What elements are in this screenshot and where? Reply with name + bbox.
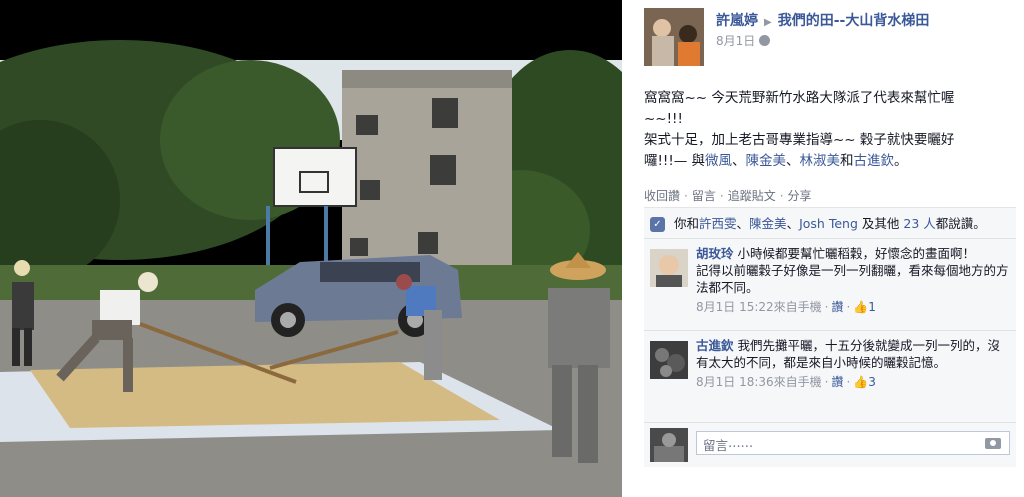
comment-like-link[interactable]: 讚 xyxy=(832,300,844,314)
post-text-line: 囉!!!— 與微風、陳金美、林淑美和古進欽。 xyxy=(644,151,1024,172)
commenter-avatar[interactable] xyxy=(650,249,688,287)
comment-input[interactable]: 留言⋯⋯ xyxy=(696,431,1010,455)
likes-prefix: 你和 xyxy=(674,216,700,231)
comment: 古進欽 我們先攤平曬，十五分後就變成一列一列的，沒有太大的不同，都是來自小時候的… xyxy=(644,331,1016,423)
photo-scene xyxy=(0,0,622,497)
likes-summary: ✓ 你和許西雯、陳金美、Josh Teng 及其他 23 人都說讚。 xyxy=(644,208,1016,239)
follow-link[interactable]: 追蹤貼文 xyxy=(728,189,776,203)
author-avatar[interactable] xyxy=(644,8,704,66)
post-date-row: 8月1日 xyxy=(716,32,771,49)
comment-text: 小時候都要幫忙曬稻穀，好懷念的畫面啊！ xyxy=(737,246,976,261)
separator: 、 xyxy=(736,216,750,231)
separator: · xyxy=(719,189,724,203)
tagged-person[interactable]: 微風 xyxy=(705,153,732,169)
comment-link[interactable]: 留言 xyxy=(692,189,716,203)
post-text-prefix: 囉!!!— 與 xyxy=(644,153,706,169)
post-text-line: ~~!!! xyxy=(644,111,683,127)
reply-row: 留言⋯⋯ xyxy=(644,423,1016,467)
period: 。 xyxy=(894,153,908,169)
globe-icon xyxy=(759,35,771,46)
comment-input-placeholder: 留言⋯⋯ xyxy=(703,438,754,453)
comment-text-2: 記得以前曬穀子好像是一列一列翻曬，看來每個地方的方法都不同。 xyxy=(696,263,1009,295)
post-text-line: 架式十足，加上老古哥專業指導~~ 穀子就快要曬好 xyxy=(644,132,955,148)
comment-time[interactable]: 8月1日 18:36來自手機 xyxy=(696,375,822,389)
arrow-right-icon: ▶ xyxy=(764,17,772,28)
conjunction: 和 xyxy=(840,153,854,169)
comment-body: 胡玫玲 小時候都要幫忙曬稻穀，好懷念的畫面啊！ xyxy=(696,245,1010,262)
separator: 、 xyxy=(732,153,746,169)
post-body: 窩窩窩~~ 今天荒野新竹水路大隊派了代表來幫忙喔 ~~!!! 架式十足，加上老古… xyxy=(644,88,1024,172)
thumbs-up-icon: ✓ xyxy=(650,217,665,232)
tagged-person[interactable]: 陳金美 xyxy=(746,153,787,169)
post-actions: 收回讚 · 留言 · 追蹤貼文 · 分享 xyxy=(644,187,812,204)
share-link[interactable]: 分享 xyxy=(788,189,812,203)
comment-like-count[interactable]: 1 xyxy=(868,300,876,314)
commenter-avatar[interactable] xyxy=(650,341,688,379)
other-likers-link[interactable]: 23 人 xyxy=(903,216,935,231)
commenter-name[interactable]: 胡玫玲 xyxy=(696,246,734,261)
likes-suffix: 都說讚。 xyxy=(935,216,986,231)
separator: · xyxy=(684,189,688,203)
group-name[interactable]: 我們的田--大山背水梯田 xyxy=(778,13,930,29)
liker-link[interactable]: Josh Teng xyxy=(799,216,858,231)
comment-body: 古進欽 我們先攤平曬，十五分後就變成一列一列的，沒有太大的不同，都是來自小時候的… xyxy=(696,337,1010,371)
tagged-person[interactable]: 古進欽 xyxy=(854,153,895,169)
thumbs-up-icon: 👍 xyxy=(853,300,869,314)
comment-time[interactable]: 8月1日 15:22來自手機 xyxy=(696,300,822,314)
comment-like-count[interactable]: 3 xyxy=(868,375,876,389)
tagged-person[interactable]: 林淑美 xyxy=(800,153,841,169)
post-text-line: 窩窩窩~~ 今天荒野新竹水路大隊派了代表來幫忙喔 xyxy=(644,90,955,106)
likes-middle: 及其他 xyxy=(861,216,900,231)
camera-icon[interactable] xyxy=(985,438,1001,449)
liker-link[interactable]: 許西雯 xyxy=(699,216,737,231)
unlike-link[interactable]: 收回讚 xyxy=(644,189,680,203)
post-header: 許嵐婷 ▶ 我們的田--大山背水梯田 xyxy=(716,10,929,30)
viewer-avatar xyxy=(650,428,688,462)
comment-meta: 8月1日 18:36來自手機 · 讚 · 👍3 xyxy=(696,375,876,389)
post-date[interactable]: 8月1日 xyxy=(716,34,755,48)
liker-link[interactable]: 陳金美 xyxy=(749,216,787,231)
comment: 胡玫玲 小時候都要幫忙曬稻穀，好懷念的畫面啊！ 記得以前曬穀子好像是一列一列翻曬… xyxy=(644,239,1016,331)
separator: 、 xyxy=(786,216,800,231)
commenter-name[interactable]: 古進欽 xyxy=(696,338,734,353)
comment-like-link[interactable]: 讚 xyxy=(832,375,844,389)
comment-meta: 8月1日 15:22來自手機 · 讚 · 👍1 xyxy=(696,300,876,314)
post-panel: 許嵐婷 ▶ 我們的田--大山背水梯田 8月1日 窩窩窩~~ 今天荒野新竹水路大隊派了… xyxy=(622,0,1024,497)
feedback-box: ✓ 你和許西雯、陳金美、Josh Teng 及其他 23 人都說讚。 胡玫玲 小… xyxy=(644,207,1016,467)
thumbs-up-icon: 👍 xyxy=(853,375,869,389)
comment-text: 我們先攤平曬，十五分後就變成一列一列的，沒有太大的不同，都是來自小時候的曬穀記憶… xyxy=(696,338,1001,370)
post-photo[interactable] xyxy=(0,0,622,497)
separator: 、 xyxy=(786,153,800,169)
separator: · xyxy=(779,189,784,203)
author-name[interactable]: 許嵐婷 xyxy=(716,13,758,29)
